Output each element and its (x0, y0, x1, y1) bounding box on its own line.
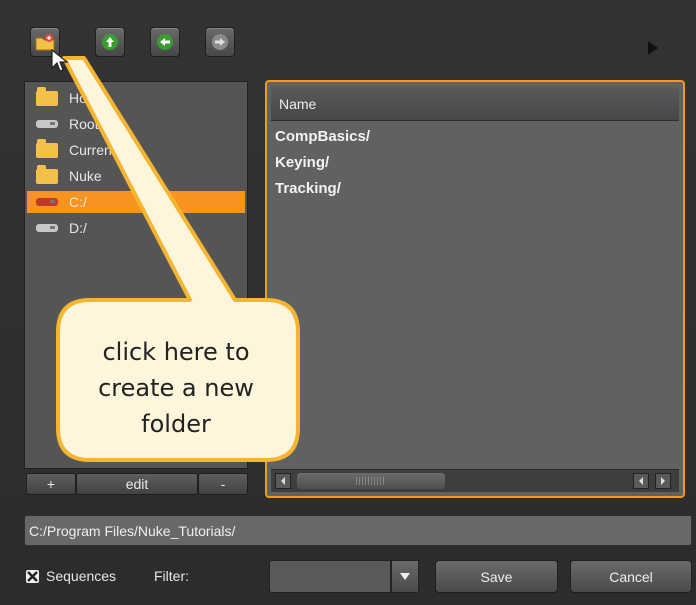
grip-icon (356, 477, 386, 485)
checkbox-checked-icon[interactable] (26, 570, 39, 583)
cancel-button[interactable]: Cancel (570, 560, 692, 593)
save-button[interactable]: Save (435, 560, 558, 593)
path-input[interactable]: C:/Program Files/Nuke_Tutorials/ (24, 515, 692, 546)
up-directory-button[interactable] (95, 27, 125, 57)
folder-icon (35, 138, 59, 158)
filter-select[interactable] (269, 560, 391, 593)
folder-icon (35, 164, 59, 184)
list-item[interactable]: Tracking/ (275, 180, 341, 197)
remove-favorite-button[interactable]: - (198, 473, 248, 495)
callout-text: click here to create a new folder (98, 338, 254, 438)
arrow-right-icon (212, 34, 228, 50)
mouse-cursor-icon (51, 48, 69, 72)
scroll-right-button[interactable] (655, 473, 671, 489)
sequences-label: Sequences (46, 568, 117, 584)
sidebar-item-label: Nuke (69, 168, 102, 184)
sidebar-item-d-drive[interactable]: D:/ (27, 217, 245, 239)
drive-icon (35, 116, 59, 132)
list-item[interactable]: CompBasics/ (275, 128, 370, 145)
sidebar-item-current[interactable]: Current (27, 138, 245, 161)
forward-button[interactable] (205, 27, 235, 57)
sidebar-item-c-drive[interactable]: C:/ (27, 191, 245, 213)
scroll-left-button[interactable] (275, 473, 291, 489)
scrollbar-thumb[interactable] (297, 473, 445, 489)
drive-icon (35, 194, 59, 210)
sidebar-item-label: Current (69, 142, 116, 158)
arrow-left-icon (157, 34, 173, 50)
drive-icon (35, 220, 59, 236)
chevron-down-icon (400, 573, 410, 580)
sidebar-item-label: Home (69, 90, 107, 106)
folder-icon (35, 86, 59, 106)
edit-favorite-button[interactable]: edit (76, 473, 198, 495)
list-item[interactable]: Keying/ (275, 154, 329, 171)
sidebar-item-label: D:/ (69, 220, 87, 236)
filter-label: Filter: (154, 568, 189, 584)
arrow-up-icon (102, 34, 118, 50)
filter-dropdown-button[interactable] (391, 560, 419, 593)
triangle-right-icon[interactable] (648, 41, 658, 55)
sidebar-item-nuke[interactable]: Nuke (27, 164, 245, 187)
sidebar-item-label: Root (69, 116, 99, 132)
horizontal-scrollbar[interactable] (271, 469, 679, 492)
back-button[interactable] (150, 27, 180, 57)
scroll-left-button-right-cluster[interactable] (633, 473, 649, 489)
file-list-pane: Name CompBasics/ Keying/ Tracking/ (265, 80, 685, 498)
sidebar-item-label: C:/ (69, 194, 87, 210)
sidebar-item-home[interactable]: Home (27, 86, 245, 109)
scroll-left-icon (639, 477, 643, 485)
file-browser-dialog: Home Root Current Nuke C:/ D:/ + edit - … (0, 0, 696, 605)
column-header-name[interactable]: Name (271, 87, 679, 121)
add-favorite-button[interactable]: + (26, 473, 76, 495)
scroll-left-icon (281, 477, 285, 485)
scroll-right-icon (661, 477, 665, 485)
sidebar-item-root[interactable]: Root (27, 113, 245, 135)
